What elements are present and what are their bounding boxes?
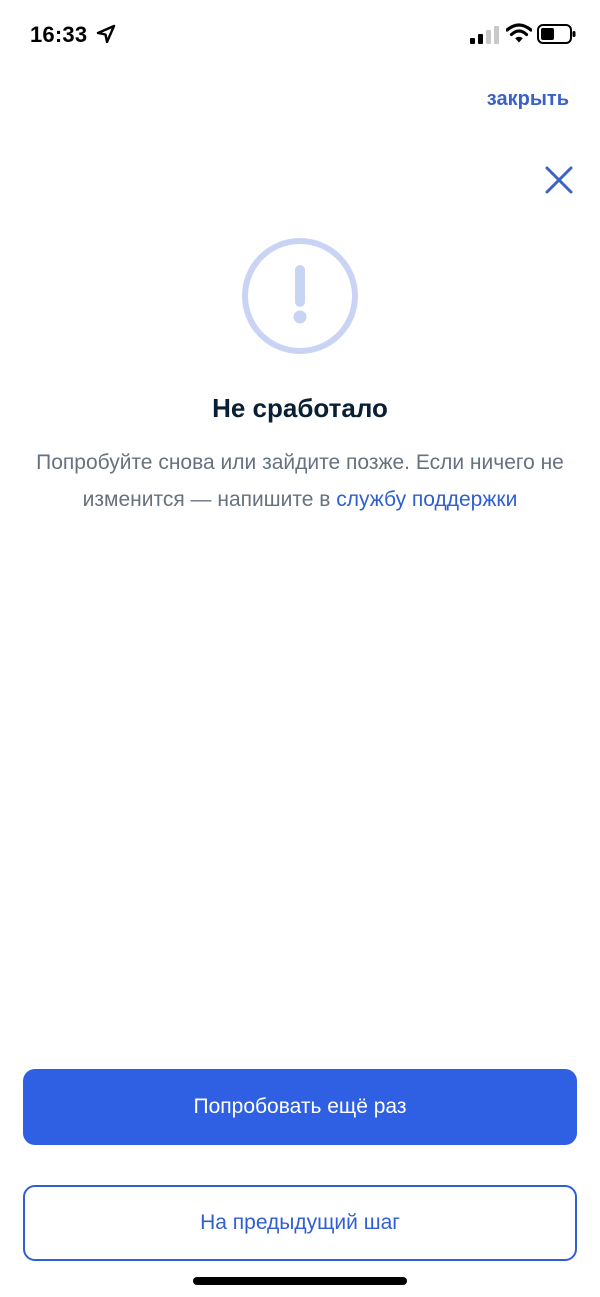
home-indicator[interactable] — [193, 1277, 407, 1285]
close-x-icon[interactable] — [542, 163, 576, 197]
status-time: 16:33 — [30, 22, 88, 47]
retry-button[interactable]: Попробовать ещё раз — [23, 1069, 577, 1145]
support-link[interactable]: службу поддержки — [336, 488, 517, 511]
battery-icon — [537, 24, 576, 44]
retry-button-label: Попробовать ещё раз — [193, 1095, 407, 1118]
cellular-signal-icon — [470, 26, 499, 44]
previous-step-button-label: На предыдущий шаг — [200, 1211, 400, 1234]
error-title: Не сработало — [212, 393, 388, 423]
wifi-icon — [506, 23, 532, 43]
error-description: Попробуйте снова или зайдите позже. Если… — [18, 444, 582, 518]
exclamation-circle-icon — [242, 238, 358, 354]
close-link[interactable]: закрыть — [487, 88, 569, 111]
status-bar: 16:33 — [0, 0, 600, 70]
location-arrow-icon — [96, 24, 116, 44]
previous-step-button[interactable]: На предыдущий шаг — [23, 1185, 577, 1261]
